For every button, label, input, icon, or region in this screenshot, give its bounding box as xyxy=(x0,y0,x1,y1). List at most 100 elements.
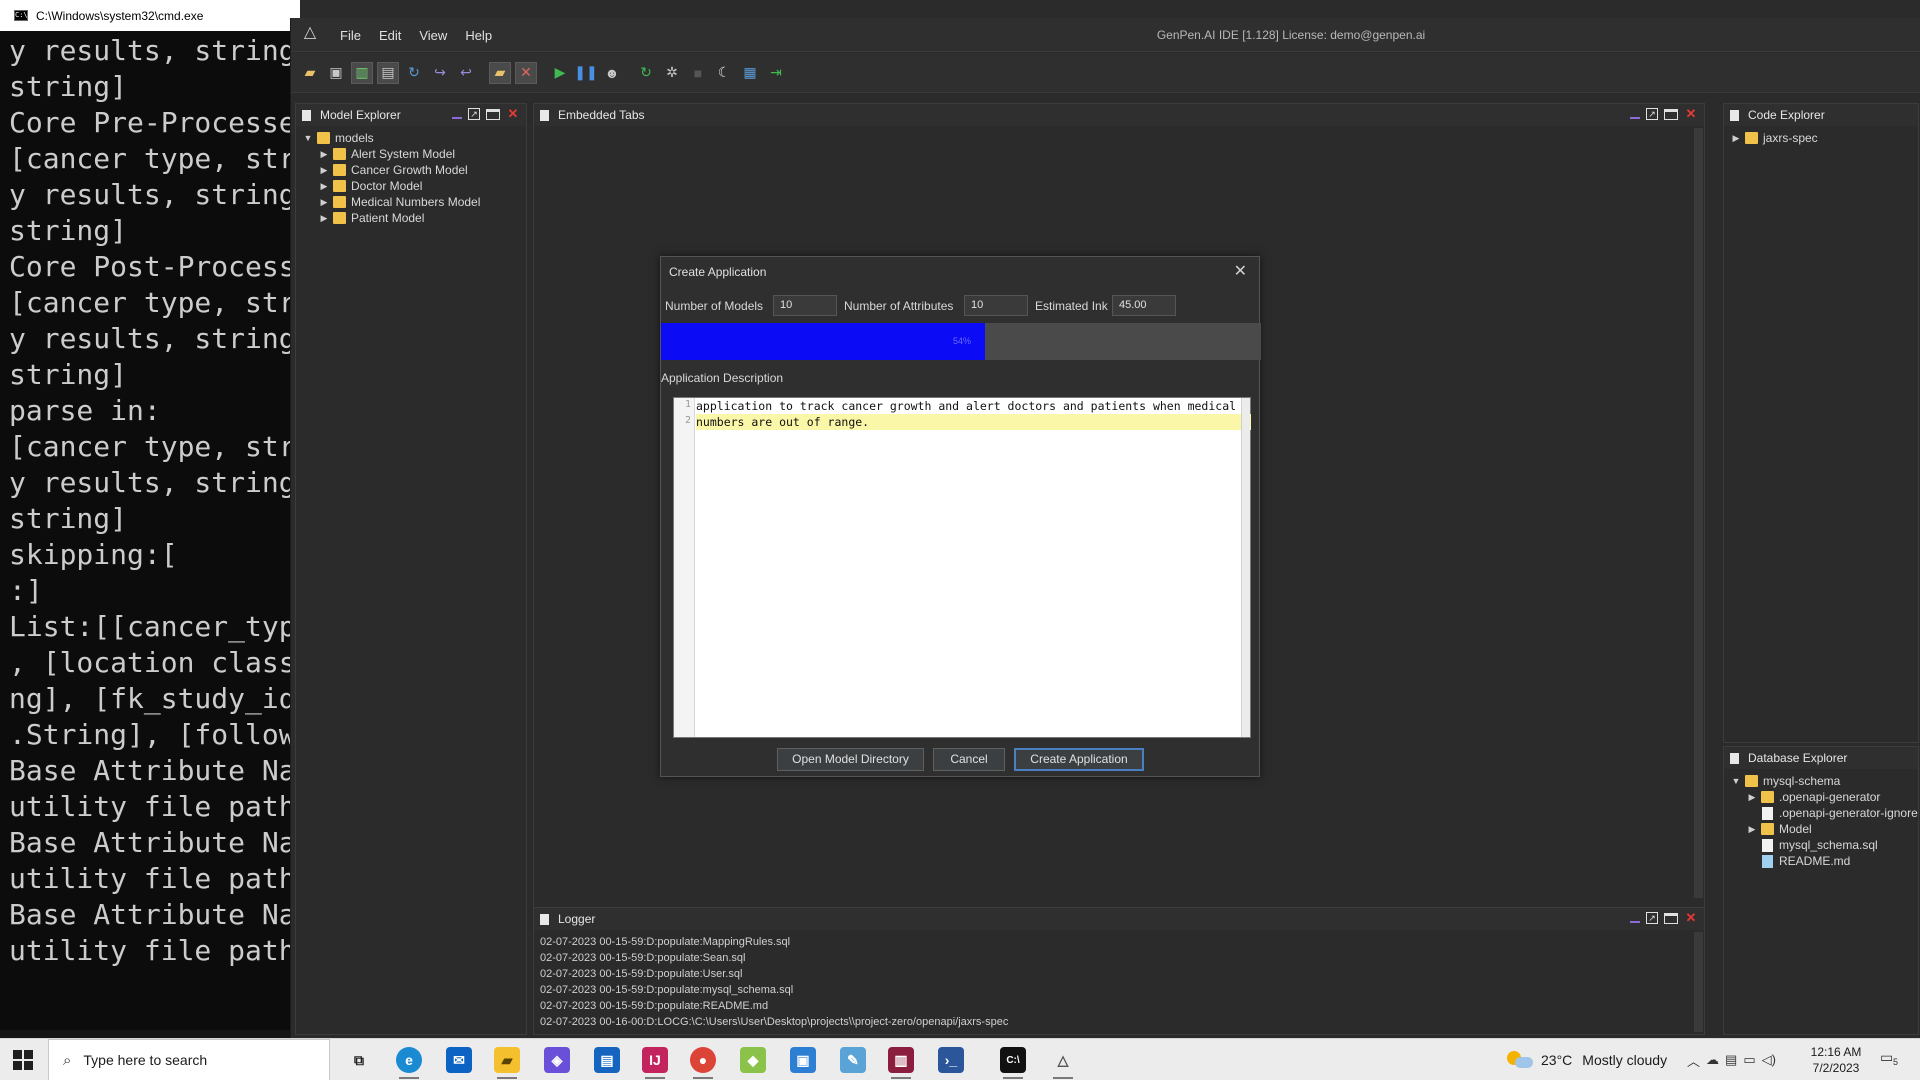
minimize-icon[interactable] xyxy=(452,110,462,119)
settings-icon[interactable]: ✲ xyxy=(661,62,683,84)
maximize-icon[interactable] xyxy=(1664,912,1678,924)
tree-item[interactable]: ▶ Doctor Model xyxy=(302,178,480,194)
columns-icon[interactable]: ▥ xyxy=(351,61,373,84)
run-config-icon[interactable]: ↻ xyxy=(635,62,657,84)
detach-icon[interactable]: ↗ xyxy=(1646,912,1658,924)
stop-icon[interactable]: ■ xyxy=(687,62,709,84)
redo-icon[interactable]: ↪ xyxy=(429,62,451,84)
create-application-button[interactable]: Create Application xyxy=(1014,748,1144,771)
tree-item[interactable]: ▶ Medical Numbers Model xyxy=(302,194,481,210)
chevron-right-icon[interactable]: ▶ xyxy=(318,181,330,192)
minimize-icon[interactable] xyxy=(1630,914,1640,923)
num-models-field[interactable]: 10 xyxy=(773,295,837,316)
notepad-app-icon[interactable]: ▤ xyxy=(594,1047,620,1073)
vertical-scrollbar[interactable] xyxy=(1241,398,1250,737)
close-icon[interactable]: ✕ xyxy=(506,107,520,121)
chevron-up-icon[interactable]: ︿ xyxy=(1687,1051,1700,1070)
cancel-button[interactable]: Cancel xyxy=(933,748,1005,771)
intellij-icon[interactable]: IJ xyxy=(642,1047,668,1079)
tree-item[interactable]: ▶ Patient Model xyxy=(302,210,480,226)
chevron-right-icon[interactable]: ▶ xyxy=(1730,133,1742,144)
remote-desktop-icon[interactable]: ▣ xyxy=(790,1047,816,1073)
chevron-right-icon[interactable]: ▶ xyxy=(318,165,330,176)
close-icon[interactable]: ✕ xyxy=(1684,911,1698,925)
export-icon[interactable]: ⇥ xyxy=(765,62,787,84)
chevron-right-icon[interactable]: ▶ xyxy=(318,149,330,160)
undo-icon[interactable]: ↩ xyxy=(455,62,477,84)
tree-item[interactable]: ▶ Cancer Growth Model xyxy=(302,162,480,178)
windows-start-icon[interactable] xyxy=(13,1050,33,1070)
maximize-icon[interactable] xyxy=(1664,108,1678,120)
tree-item[interactable]: ▶ Model xyxy=(1730,821,1918,837)
tree-root-models[interactable]: ▼ models xyxy=(302,130,480,146)
chevron-right-icon[interactable]: ▶ xyxy=(318,197,330,208)
vertical-scrollbar[interactable] xyxy=(1694,932,1703,1032)
cmd-app-icon[interactable]: C:\ xyxy=(1000,1047,1026,1079)
description-editor[interactable]: 1 2 application to track cancer growth a… xyxy=(673,397,1251,738)
tree-item[interactable]: .openapi-generator-ignore xyxy=(1730,805,1918,821)
monitor-icon[interactable]: ▭ xyxy=(1743,1052,1755,1068)
open-model-directory-button[interactable]: Open Model Directory xyxy=(777,748,924,771)
save-icon[interactable]: ▣ xyxy=(325,62,347,84)
menu-help[interactable]: Help xyxy=(456,28,501,43)
tree-item[interactable]: ▶ .openapi-generator xyxy=(1730,789,1918,805)
close-icon[interactable]: ✕ xyxy=(1234,261,1247,281)
estimated-ink-field[interactable]: 45.00 xyxy=(1112,295,1176,316)
moon-icon[interactable]: ☾ xyxy=(713,62,735,84)
edge-icon[interactable]: e xyxy=(396,1047,422,1079)
task-view-icon[interactable]: ⧉ xyxy=(346,1047,372,1073)
document-icon[interactable]: ▤ xyxy=(377,61,399,84)
cmd-titlebar[interactable]: C:\ C:\Windows\system32\cmd.exe xyxy=(0,0,300,31)
pause-icon[interactable]: ❚❚ xyxy=(574,62,597,84)
database-icon[interactable]: ▦ xyxy=(739,62,761,84)
folder-icon[interactable]: ▰ xyxy=(489,61,511,84)
chrome-icon[interactable]: ● xyxy=(690,1047,716,1079)
refresh-icon[interactable]: ↻ xyxy=(403,62,425,84)
play-icon[interactable]: ▶ xyxy=(549,62,571,84)
num-attributes-field[interactable]: 10 xyxy=(964,295,1028,316)
close-icon[interactable]: ✕ xyxy=(1684,107,1698,121)
genpen-app-icon[interactable]: △ xyxy=(1050,1047,1076,1079)
taskbar-search[interactable]: ⌕ Type here to search xyxy=(48,1039,330,1080)
volume-icon[interactable]: ◁) xyxy=(1762,1052,1776,1068)
clock[interactable]: 12:16 AM 7/2/2023 xyxy=(1800,1044,1872,1076)
minimize-icon[interactable] xyxy=(1630,110,1640,119)
chevron-down-icon[interactable]: ▼ xyxy=(1730,776,1742,786)
menu-edit[interactable]: Edit xyxy=(370,28,410,43)
store-icon[interactable]: ◈ xyxy=(544,1047,570,1073)
chevron-down-icon[interactable]: ▼ xyxy=(302,133,314,143)
chevron-right-icon[interactable]: ▶ xyxy=(1746,824,1758,835)
code-line[interactable]: application to track cancer growth and a… xyxy=(696,398,1241,414)
network-icon[interactable]: ▤ xyxy=(1725,1052,1737,1068)
powershell-icon[interactable]: ›_ xyxy=(938,1047,964,1073)
tree-item[interactable]: ▶ Alert System Model xyxy=(302,146,480,162)
cmd-output[interactable]: y results, string string] Core Pre-Process… xyxy=(9,33,299,1028)
mail-icon[interactable]: ✉ xyxy=(446,1047,472,1073)
logger-output[interactable]: 02-07-2023 00-15-59:D:populate:MappingRu… xyxy=(540,934,1008,1030)
vertical-scrollbar[interactable] xyxy=(1694,128,1703,898)
tree-item[interactable]: mysql_schema.sql xyxy=(1730,837,1918,853)
maximize-icon[interactable] xyxy=(486,108,500,120)
chevron-right-icon[interactable]: ▶ xyxy=(318,213,330,224)
folder-remove-icon[interactable]: ✕ xyxy=(515,61,537,84)
cloud-icon[interactable]: ☁ xyxy=(1706,1052,1719,1068)
file-explorer-icon[interactable]: ▰ xyxy=(494,1047,520,1079)
detach-icon[interactable]: ↗ xyxy=(468,108,480,120)
git-app-icon[interactable]: ◆ xyxy=(740,1047,766,1073)
tree-item[interactable]: README.md xyxy=(1730,853,1918,869)
chevron-right-icon[interactable]: ▶ xyxy=(1746,792,1758,803)
detach-icon[interactable]: ↗ xyxy=(1646,108,1658,120)
tree-root-mysql-schema[interactable]: ▼ mysql-schema xyxy=(1730,773,1918,789)
menu-view[interactable]: View xyxy=(410,28,456,43)
bug-icon[interactable]: ☻ xyxy=(601,62,623,84)
notification-icon[interactable]: ▭ 5 xyxy=(1880,1049,1904,1071)
menu-file[interactable]: File xyxy=(331,28,370,43)
editor-app-icon[interactable]: ✎ xyxy=(840,1047,866,1073)
winrar-icon[interactable]: ▥ xyxy=(888,1047,914,1079)
ide-titlebar[interactable]: △ File Edit View Help GenPen.AI IDE [1.1… xyxy=(291,18,1920,52)
open-folder-icon[interactable]: ▰ xyxy=(299,62,321,84)
weather-widget[interactable]: 23°C Mostly cloudy xyxy=(1507,1039,1667,1080)
code-line-current[interactable]: numbers are out of range. xyxy=(696,414,1251,430)
tree-item[interactable]: ▶ jaxrs-spec xyxy=(1730,130,1818,146)
panel-icon xyxy=(540,913,549,925)
